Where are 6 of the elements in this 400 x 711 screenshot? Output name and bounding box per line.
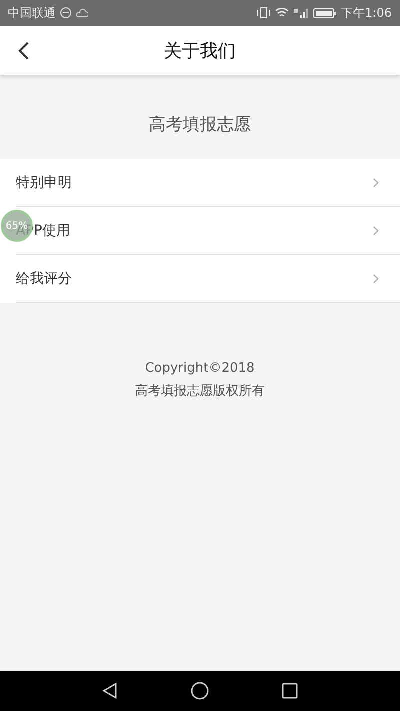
carrier-name: 中国联通 <box>8 4 56 22</box>
app-name: 高考填报志愿 <box>148 114 252 137</box>
clock: 下午1:06 <box>341 4 392 22</box>
page-title: 关于我们 <box>164 40 236 62</box>
copyright-text: Copyright©2018 <box>145 361 255 376</box>
rights-text: 高考填报志愿版权所有 <box>135 383 265 400</box>
